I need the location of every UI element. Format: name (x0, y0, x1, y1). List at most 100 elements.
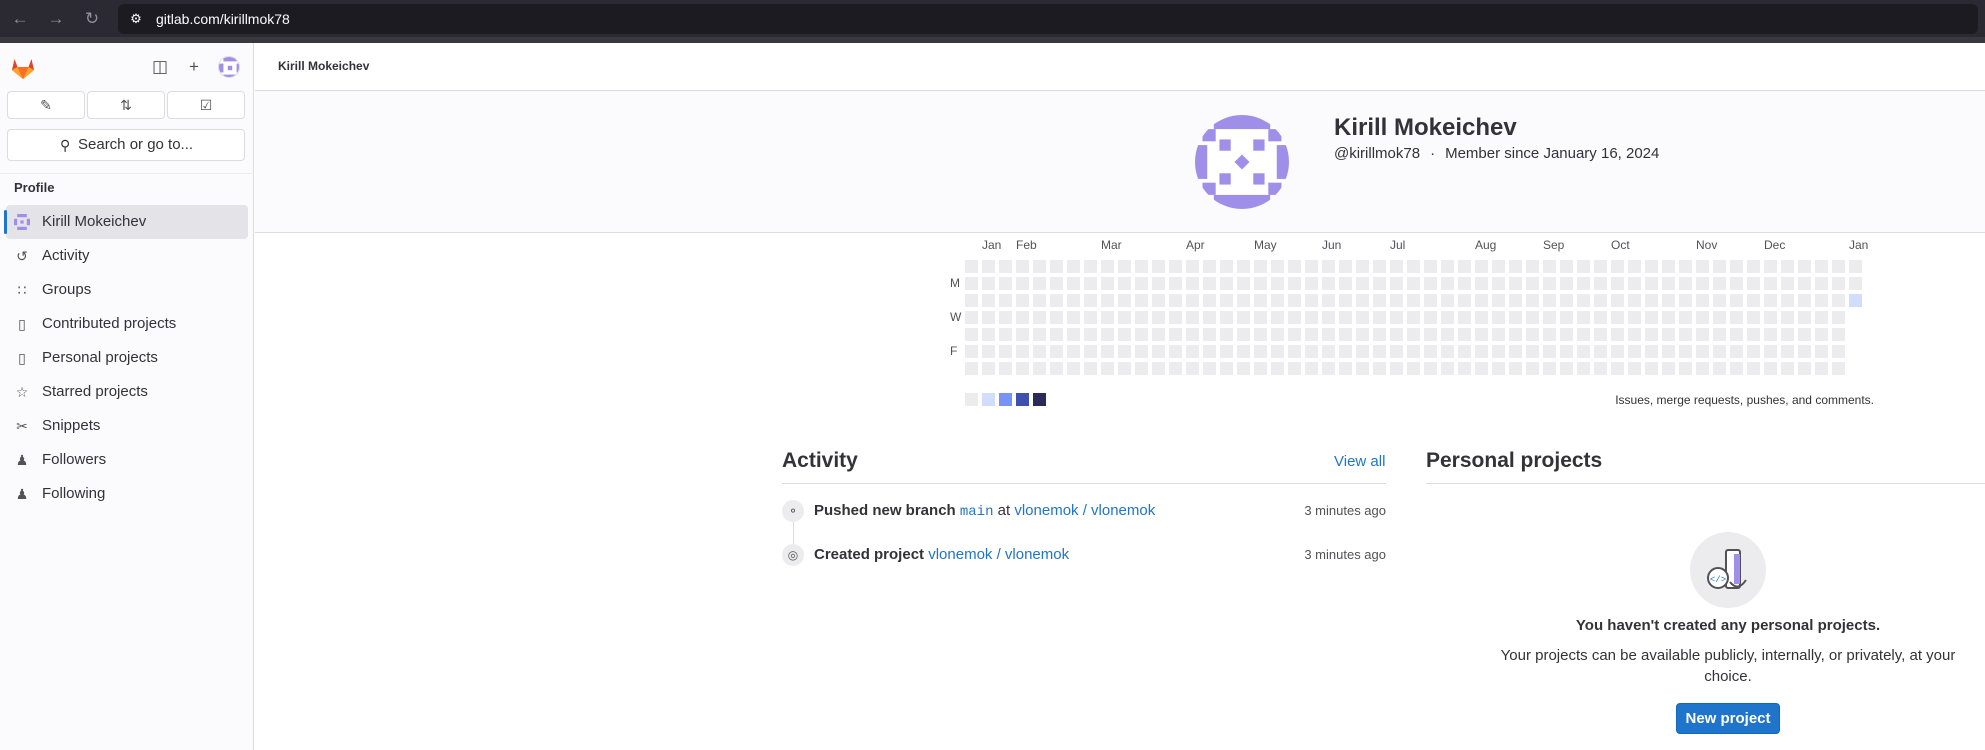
calendar-day-cell[interactable] (1033, 277, 1046, 290)
calendar-day-cell[interactable] (1237, 328, 1250, 341)
calendar-day-cell[interactable] (1645, 260, 1658, 273)
calendar-day-cell[interactable] (1815, 277, 1828, 290)
calendar-day-cell[interactable] (982, 294, 995, 307)
calendar-day-cell[interactable] (1305, 260, 1318, 273)
calendar-day-cell[interactable] (1135, 260, 1148, 273)
calendar-day-cell[interactable] (1135, 277, 1148, 290)
calendar-day-cell[interactable] (1798, 362, 1811, 375)
calendar-day-cell[interactable] (1475, 260, 1488, 273)
calendar-day-cell[interactable] (1611, 277, 1624, 290)
calendar-day-cell[interactable] (1560, 362, 1573, 375)
calendar-day-cell[interactable] (1407, 328, 1420, 341)
calendar-day-cell[interactable] (1237, 260, 1250, 273)
calendar-day-cell[interactable] (1611, 362, 1624, 375)
calendar-day-cell[interactable] (1747, 362, 1760, 375)
calendar-day-cell[interactable] (1781, 294, 1794, 307)
calendar-day-cell[interactable] (1169, 328, 1182, 341)
calendar-day-cell[interactable] (1288, 345, 1301, 358)
calendar-day-cell[interactable] (1050, 294, 1063, 307)
calendar-day-cell[interactable] (1407, 260, 1420, 273)
calendar-day-cell[interactable] (1577, 277, 1590, 290)
calendar-day-cell[interactable] (1509, 311, 1522, 324)
calendar-day-cell[interactable] (1033, 260, 1046, 273)
calendar-day-cell[interactable] (1543, 294, 1556, 307)
calendar-day-cell[interactable] (1016, 328, 1029, 341)
sidebar-item-contributed-projects[interactable]: ▯ Contributed projects (6, 307, 248, 341)
branch-link[interactable]: main (960, 504, 994, 520)
calendar-day-cell[interactable] (1815, 328, 1828, 341)
calendar-day-cell[interactable] (1526, 277, 1539, 290)
calendar-day-cell[interactable] (1645, 362, 1658, 375)
calendar-day-cell[interactable] (1696, 328, 1709, 341)
calendar-day-cell[interactable] (1560, 260, 1573, 273)
address-bar[interactable]: ⚙ gitlab.com/kirillmok78 (118, 4, 1978, 34)
calendar-day-cell[interactable] (965, 362, 978, 375)
calendar-day-cell[interactable] (1560, 277, 1573, 290)
calendar-day-cell[interactable] (1067, 345, 1080, 358)
calendar-day-cell[interactable] (1543, 362, 1556, 375)
calendar-day-cell[interactable] (1662, 345, 1675, 358)
calendar-day-cell[interactable] (1373, 345, 1386, 358)
calendar-day-cell[interactable] (1203, 311, 1216, 324)
calendar-day-cell[interactable] (1492, 260, 1505, 273)
issues-button[interactable]: ✎ (7, 91, 85, 119)
calendar-day-cell[interactable] (1764, 260, 1777, 273)
calendar-day-cell[interactable] (1781, 260, 1794, 273)
calendar-day-cell[interactable] (1730, 362, 1743, 375)
calendar-day-cell[interactable] (1628, 277, 1641, 290)
calendar-day-cell[interactable] (1441, 260, 1454, 273)
calendar-day-cell[interactable] (999, 260, 1012, 273)
user-avatar[interactable] (218, 56, 240, 78)
forward-arrow-icon[interactable]: → (45, 8, 67, 30)
sidebar-item-groups[interactable]: ∷ Groups (6, 273, 248, 307)
calendar-day-cell[interactable] (1305, 345, 1318, 358)
calendar-day-cell[interactable] (1458, 328, 1471, 341)
calendar-day-cell[interactable] (1220, 311, 1233, 324)
project-link[interactable]: vlonemok / vlonemok (1014, 502, 1155, 519)
calendar-day-cell[interactable] (1101, 311, 1114, 324)
calendar-day-cell[interactable] (1254, 328, 1267, 341)
calendar-day-cell[interactable] (1169, 311, 1182, 324)
calendar-day-cell[interactable] (1407, 294, 1420, 307)
calendar-day-cell[interactable] (1424, 277, 1437, 290)
calendar-day-cell[interactable] (1305, 362, 1318, 375)
sidebar-item-starred-projects[interactable]: ☆ Starred projects (6, 375, 248, 409)
calendar-day-cell[interactable] (1492, 345, 1505, 358)
calendar-day-cell[interactable] (1152, 260, 1165, 273)
calendar-day-cell[interactable] (1458, 277, 1471, 290)
calendar-day-cell[interactable] (1322, 277, 1335, 290)
calendar-day-cell[interactable] (1186, 362, 1199, 375)
calendar-day-cell[interactable] (1424, 260, 1437, 273)
calendar-day-cell[interactable] (1679, 277, 1692, 290)
calendar-day-cell[interactable] (1458, 294, 1471, 307)
calendar-day-cell[interactable] (1832, 345, 1845, 358)
sidebar-item-profile[interactable]: Kirill Mokeichev (4, 205, 248, 239)
calendar-day-cell[interactable] (1169, 277, 1182, 290)
calendar-day-cell[interactable] (1594, 345, 1607, 358)
calendar-day-cell[interactable] (1764, 294, 1777, 307)
calendar-day-cell[interactable] (1526, 311, 1539, 324)
calendar-day-cell[interactable] (1186, 328, 1199, 341)
calendar-day-cell[interactable] (1016, 260, 1029, 273)
calendar-day-cell[interactable] (1152, 311, 1165, 324)
calendar-day-cell[interactable] (1543, 277, 1556, 290)
calendar-day-cell[interactable] (1152, 328, 1165, 341)
calendar-day-cell[interactable] (1203, 260, 1216, 273)
sidebar-item-snippets[interactable]: ✂ Snippets (6, 409, 248, 443)
calendar-day-cell[interactable] (1033, 328, 1046, 341)
new-project-button[interactable]: New project (1676, 703, 1780, 734)
calendar-day-cell[interactable] (1815, 345, 1828, 358)
calendar-day-cell[interactable] (1237, 311, 1250, 324)
calendar-day-cell[interactable] (1560, 345, 1573, 358)
calendar-day-cell[interactable] (1186, 277, 1199, 290)
calendar-day-cell[interactable] (982, 362, 995, 375)
calendar-day-cell[interactable] (1815, 311, 1828, 324)
calendar-day-cell[interactable] (1067, 311, 1080, 324)
site-settings-icon[interactable]: ⚙ (128, 11, 144, 27)
calendar-day-cell[interactable] (1730, 277, 1743, 290)
calendar-day-cell[interactable] (1458, 362, 1471, 375)
calendar-day-cell[interactable] (1662, 294, 1675, 307)
calendar-day-cell[interactable] (1373, 260, 1386, 273)
calendar-day-cell[interactable] (1356, 260, 1369, 273)
calendar-day-cell[interactable] (1747, 345, 1760, 358)
